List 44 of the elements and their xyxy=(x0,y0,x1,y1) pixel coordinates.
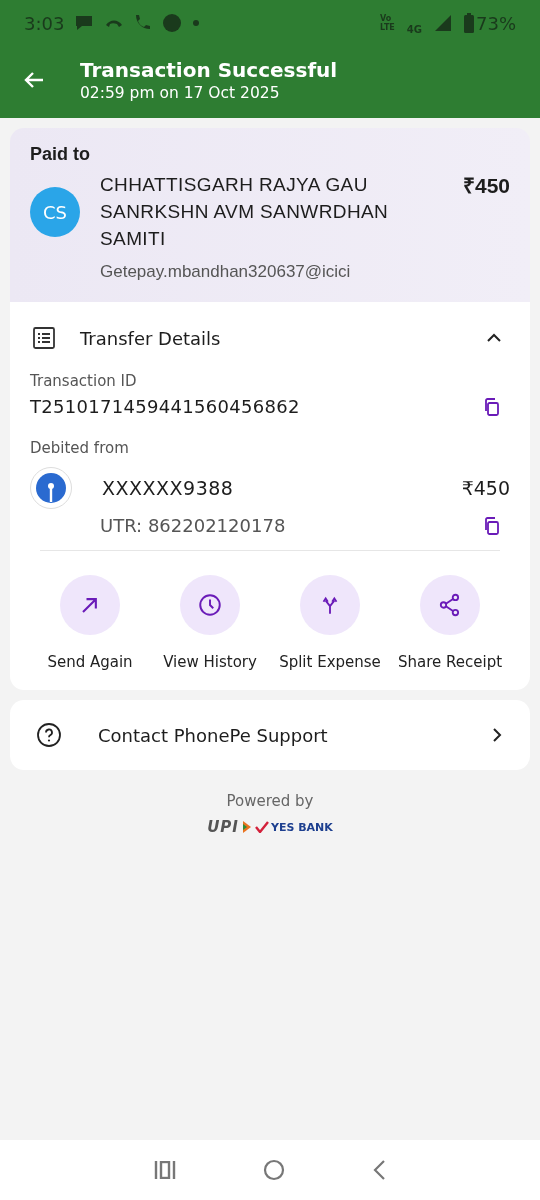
network-label: Vo LTE xyxy=(380,14,395,32)
message-icon xyxy=(76,15,94,31)
status-time: 3:03 xyxy=(24,12,65,34)
debited-amount: ₹450 xyxy=(461,477,510,499)
payee-avatar: CS xyxy=(30,187,80,237)
battery-icon xyxy=(464,13,474,33)
help-icon xyxy=(36,722,62,748)
signal-icon xyxy=(434,14,452,32)
home-icon[interactable] xyxy=(263,1159,285,1181)
action-button[interactable]: Share Receipt xyxy=(390,575,510,674)
action-button[interactable]: Split Expense xyxy=(270,575,390,674)
action-button[interactable]: Send Again xyxy=(30,575,150,674)
upi-logo: UPI xyxy=(207,818,239,836)
paid-amount: ₹450 xyxy=(462,173,510,199)
missed-call-icon xyxy=(105,18,124,28)
clock-icon xyxy=(197,592,223,618)
recent-apps-icon[interactable] xyxy=(153,1161,176,1179)
account-number: XXXXXX9388 xyxy=(102,477,235,499)
globe-icon xyxy=(163,14,182,32)
flag-icon xyxy=(242,821,251,833)
payee-upi-id: Getepay.mbandhan320637@icici xyxy=(100,262,352,282)
network-type: 4G xyxy=(406,23,422,35)
section-title: Transfer Details xyxy=(80,327,222,349)
powered-by-text: Powered by xyxy=(226,792,314,810)
tick-icon xyxy=(254,821,269,833)
chevron-right-icon xyxy=(490,726,504,744)
list-icon xyxy=(32,326,56,350)
header-title: Transaction Successful xyxy=(80,58,338,82)
copy-icon[interactable] xyxy=(482,396,502,417)
action-button[interactable]: View History xyxy=(150,575,270,674)
back-nav-icon[interactable] xyxy=(372,1159,387,1181)
transaction-time: 02:59 pm on 17 Oct 2025 xyxy=(80,84,281,102)
field-label: Debited from xyxy=(30,439,130,457)
paid-to-label: Paid to xyxy=(30,144,91,165)
bank-logo: YES BANK xyxy=(270,820,333,834)
battery-level: 73% xyxy=(476,12,516,34)
bank-logo-icon xyxy=(35,472,67,504)
payee-name: CHHATTISGARH RAJYA GAU SANRKSHN AVM SANWRDHAN SAMITI xyxy=(100,173,390,251)
dot-icon xyxy=(193,20,200,26)
field-label: Transaction ID xyxy=(30,372,138,390)
transaction-id: T2510171459441560456862 xyxy=(30,396,301,417)
utr-number: UTR: 862202120178 xyxy=(100,515,287,536)
support-button[interactable]: Contact PhonePe Support xyxy=(10,700,530,770)
copy-icon[interactable] xyxy=(482,515,502,536)
